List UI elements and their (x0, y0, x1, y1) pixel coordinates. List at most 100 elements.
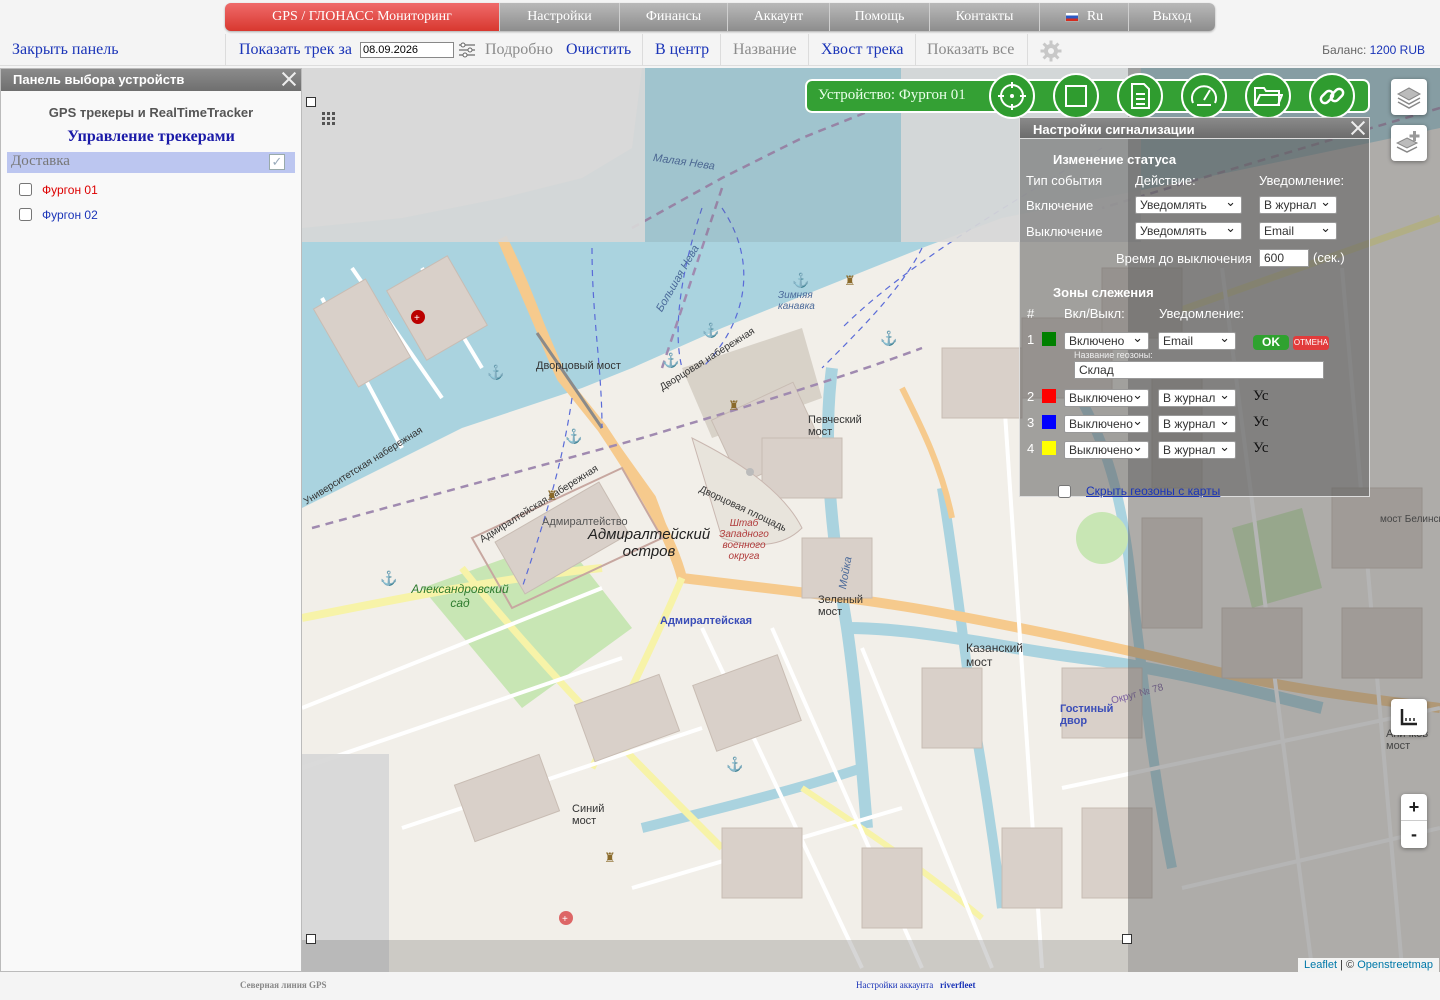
speedometer-icon[interactable] (1181, 73, 1227, 119)
anchor-icon: ⚓ (662, 352, 680, 368)
nav-settings[interactable]: Настройки (500, 3, 620, 31)
map-label-pevchesky: Певческий мост (808, 414, 862, 438)
event-on-notify-select[interactable]: В журнал (1259, 194, 1337, 214)
device-row[interactable]: Фургон 01 (1, 177, 301, 202)
map-label-gostiny: Гостиный двор (1060, 703, 1114, 727)
zoom-in-button[interactable]: + (1401, 794, 1427, 821)
crosshair-icon[interactable] (989, 73, 1035, 119)
zone-number: 4 (1027, 441, 1035, 456)
footer-company: Северная линия GPS (240, 980, 327, 990)
document-icon[interactable] (1117, 73, 1163, 119)
balance: Баланс: 1200 RUB (1322, 43, 1425, 57)
zone-state-select[interactable]: Выключено (1064, 387, 1149, 407)
zone-col-onoff: Вкл/Выкл: (1064, 306, 1125, 321)
zone-notify-select[interactable]: В журнал (1158, 387, 1236, 407)
anchor-icon: ⚓ (880, 330, 898, 346)
nav-help[interactable]: Помощь (830, 3, 930, 31)
details-link[interactable]: Подробно (485, 41, 553, 59)
layers-icon[interactable] (1391, 79, 1427, 115)
device-row[interactable]: Фургон 02 (1, 202, 301, 227)
track-tail-link[interactable]: Хвост трека (821, 41, 903, 59)
off-time-input[interactable]: 600 (1259, 249, 1309, 267)
show-track-link[interactable]: Показать трек за (239, 41, 352, 59)
toolbar-divider (915, 34, 916, 66)
close-panel-link[interactable]: Закрыть панель (12, 41, 119, 59)
user-name-link[interactable]: riverfleet (940, 980, 975, 990)
event-off-action-select[interactable]: Уведомлять (1135, 220, 1242, 240)
anchor-icon: ⚓ (487, 364, 505, 380)
osm-link[interactable]: Openstreetmap (1357, 959, 1433, 971)
folder-icon[interactable] (1245, 73, 1291, 119)
unloaded-tile (302, 68, 645, 242)
ok-button[interactable]: OK (1253, 335, 1289, 350)
zone-state-select[interactable]: Включено (1064, 330, 1149, 350)
device-label: Устройство: Фургон 01 (818, 87, 966, 103)
hide-geozones-label[interactable]: Скрыть геозоны с карты (1086, 484, 1220, 498)
map-label-admiral-metro: Адмиралтейская (660, 615, 753, 627)
map-label-kazansky: Казанский мост (966, 641, 1023, 669)
zone-settings-link[interactable]: Ус (1253, 440, 1268, 457)
name-link[interactable]: Название (733, 41, 797, 59)
zone-settings-link[interactable]: Ус (1253, 414, 1268, 431)
zone-notify-select[interactable]: В журнал (1158, 439, 1236, 459)
zone-col-notify: Уведомление: (1159, 306, 1245, 321)
device-checkbox[interactable] (19, 208, 32, 221)
balance-value: 1200 RUB (1369, 43, 1425, 57)
group-row[interactable]: Доставка ✓ (7, 152, 295, 173)
ruler-icon[interactable] (1391, 699, 1427, 735)
zoom-out-button[interactable]: - (1401, 821, 1427, 848)
nav-logout[interactable]: Выход (1129, 3, 1215, 31)
off-time-label: Время до выключения (1116, 251, 1252, 266)
close-icon[interactable] (1350, 120, 1366, 136)
anchor-icon: ⚓ (702, 322, 720, 338)
nav-account[interactable]: Аккаунт (728, 3, 830, 31)
link-icon[interactable] (1309, 73, 1355, 119)
event-on-action-select[interactable]: Уведомлять (1135, 194, 1242, 214)
device-name[interactable]: Фургон 02 (42, 208, 98, 222)
drag-grip-icon[interactable] (322, 112, 336, 126)
col-action: Действие: (1135, 173, 1196, 188)
zone-notify-select[interactable]: Email (1158, 330, 1236, 350)
zone-color-swatch (1042, 389, 1056, 403)
nav-language[interactable]: Ru (1040, 3, 1129, 31)
resize-handle[interactable] (1122, 934, 1132, 944)
castle-icon: ♜ (546, 488, 558, 503)
cancel-button[interactable]: ОТМЕНА (1293, 336, 1329, 350)
nav-contacts[interactable]: Контакты (930, 3, 1040, 31)
clear-link[interactable]: Очистить (566, 41, 631, 59)
resize-handle[interactable] (306, 97, 316, 107)
track-date-input[interactable] (360, 42, 454, 58)
device-panel-title: Панель выбора устройств (13, 72, 185, 87)
toolbar-divider (720, 34, 721, 66)
event-off-notify-select[interactable]: Email (1259, 220, 1337, 240)
account-settings-link[interactable]: Настройки аккаунта (856, 980, 933, 990)
gear-icon[interactable] (1040, 40, 1062, 62)
group-checkbox[interactable]: ✓ (269, 154, 285, 170)
resize-handle[interactable] (306, 934, 316, 944)
close-icon[interactable] (281, 71, 297, 87)
group-name: Доставка (11, 153, 70, 169)
svg-text:+: + (414, 313, 420, 324)
footer: Северная линия GPS Настройки аккаунта ri… (0, 975, 1440, 1000)
col-event: Тип события (1026, 173, 1103, 188)
map-label-siny: Синий мост (572, 803, 605, 827)
nav-finance[interactable]: Финансы (620, 3, 728, 31)
filter-sliders-icon[interactable] (458, 42, 476, 58)
zone-col-num: # (1027, 306, 1035, 321)
nav-brand[interactable]: GPS / ГЛОНАСС Мониторинг (225, 3, 500, 31)
geozone-name-input[interactable]: Склад (1074, 361, 1324, 379)
zone-state-select[interactable]: Выключено (1064, 439, 1149, 459)
leaflet-link[interactable]: Leaflet (1304, 959, 1337, 971)
manage-trackers-link[interactable]: Управление трекерами (1, 128, 301, 146)
zone-state-select[interactable]: Выключено (1064, 413, 1149, 433)
center-link[interactable]: В центр (655, 41, 709, 59)
device-checkbox[interactable] (19, 183, 32, 196)
show-all-link[interactable]: Показать все (927, 41, 1014, 59)
square-icon[interactable] (1053, 73, 1099, 119)
add-layer-icon[interactable] (1391, 125, 1427, 161)
zone-notify-select[interactable]: В журнал (1158, 413, 1236, 433)
zone-settings-link[interactable]: Ус (1253, 388, 1268, 405)
device-name[interactable]: Фургон 01 (42, 183, 98, 197)
event-off-label: Выключение (1026, 224, 1103, 239)
hide-geozones-checkbox[interactable] (1058, 485, 1071, 498)
